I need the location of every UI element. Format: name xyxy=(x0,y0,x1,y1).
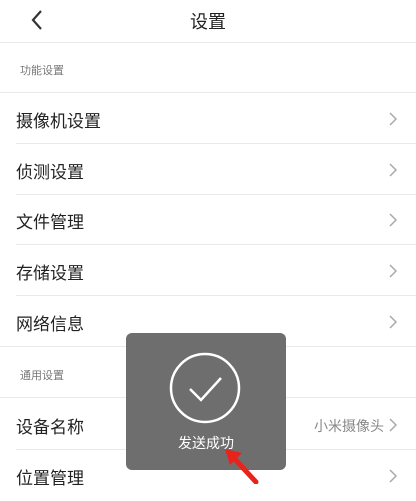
setting-label: 存储设置 xyxy=(16,264,84,284)
setting-row-files[interactable]: 文件管理 xyxy=(0,195,416,245)
success-toast: 发送成功 xyxy=(126,333,286,470)
annotation-arrow-icon xyxy=(225,449,259,484)
setting-row-detection[interactable]: 侦测设置 xyxy=(0,145,416,195)
page-title: 设置 xyxy=(190,12,226,33)
top-bar: 设置 xyxy=(0,0,416,43)
chevron-right-icon xyxy=(389,163,398,177)
setting-label: 网络信息 xyxy=(16,315,84,335)
section-header-function: 功能设置 xyxy=(20,64,64,77)
divider xyxy=(0,92,416,93)
setting-label: 位置管理 xyxy=(16,469,84,489)
chevron-right-icon xyxy=(389,418,398,432)
setting-row-storage[interactable]: 存储设置 xyxy=(0,246,416,296)
toast-message: 发送成功 xyxy=(178,436,234,452)
chevron-right-icon xyxy=(389,469,398,483)
chevron-right-icon xyxy=(389,315,398,329)
chevron-right-icon xyxy=(389,213,398,227)
setting-label: 侦测设置 xyxy=(16,163,84,183)
setting-row-camera[interactable]: 摄像机设置 xyxy=(0,94,416,144)
section-header-general: 通用设置 xyxy=(20,369,64,382)
setting-label: 文件管理 xyxy=(16,213,84,233)
chevron-right-icon xyxy=(389,112,398,126)
device-name-value: 小米摄像头 xyxy=(314,419,384,435)
chevron-right-icon xyxy=(389,264,398,278)
setting-label: 设备名称 xyxy=(16,418,84,438)
divider xyxy=(16,143,416,144)
divider xyxy=(16,295,416,296)
checkmark-circle-icon xyxy=(169,352,241,424)
divider xyxy=(16,244,416,245)
setting-label: 摄像机设置 xyxy=(16,112,101,132)
